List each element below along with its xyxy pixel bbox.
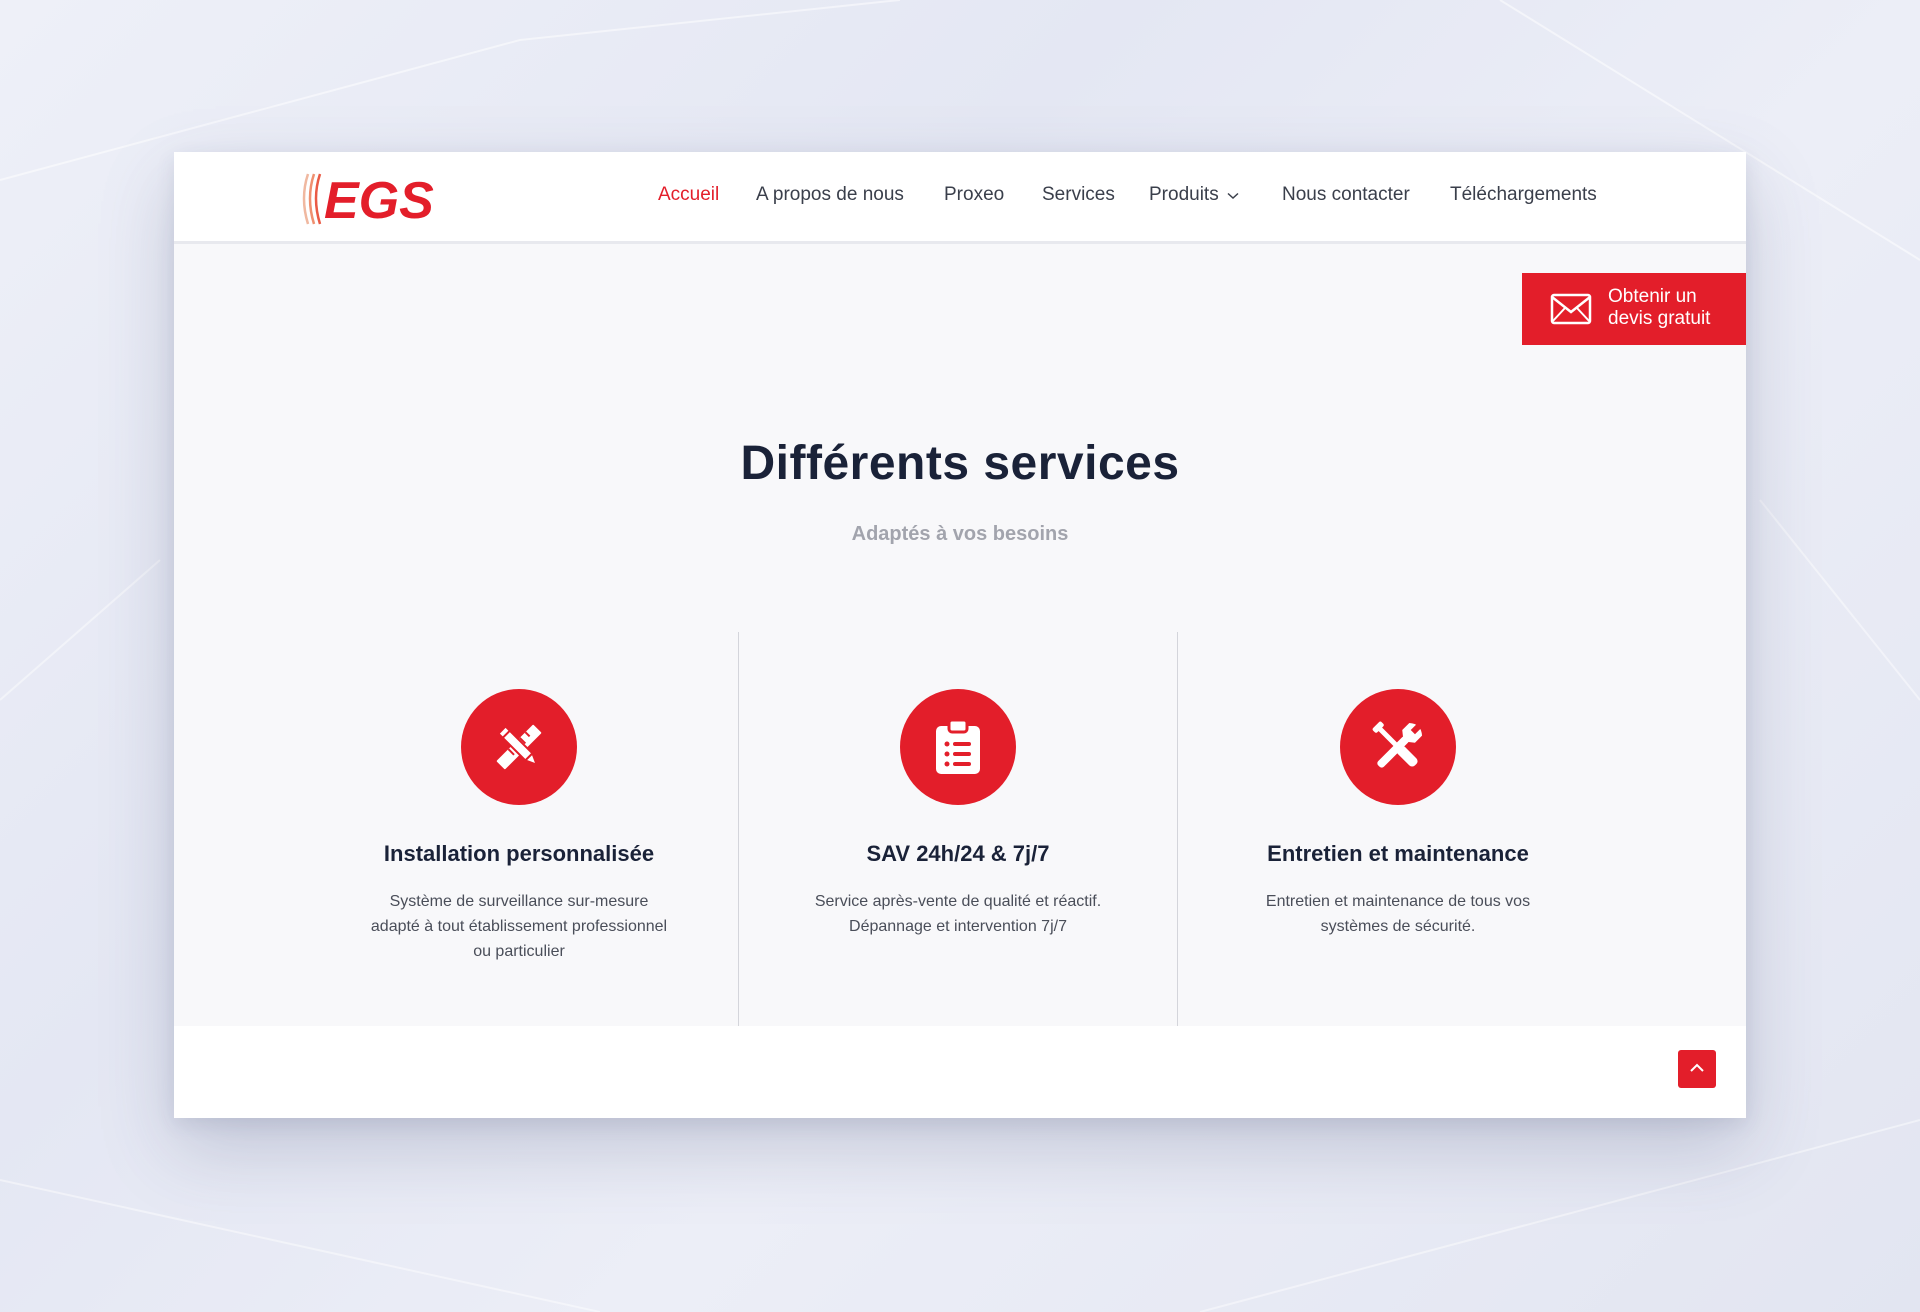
nav-item-telechargements[interactable]: Téléchargements [1450,184,1597,206]
service-card-installation: Installation personnalisée Système de su… [299,689,739,964]
section-subtitle: Adaptés à vos besoins [851,523,1069,545]
cta-label: Obtenir un devis gratuit [1608,286,1711,329]
nav-item-contact[interactable]: Nous contacter [1282,184,1410,206]
clipboard-list-icon [900,689,1016,805]
nav-item-produits-label: Produits [1149,184,1219,206]
envelope-icon [1550,293,1592,325]
scroll-to-top-button[interactable] [1678,1050,1716,1088]
get-free-quote-button[interactable]: Obtenir un devis gratuit [1522,273,1746,345]
footer-strip [174,1026,1746,1118]
card-title: SAV 24h/24 & 7j/7 [866,841,1050,866]
card-title: Installation personnalisée [383,841,655,866]
nav-item-services[interactable]: Services [1042,184,1115,206]
nav-item-produits[interactable]: Produits [1149,184,1239,206]
egs-logo[interactable]: EGS [298,168,468,228]
logo-wordmark: EGS [324,172,434,228]
chevron-down-icon [1227,184,1239,206]
service-card-sav: SAV 24h/24 & 7j/7 Service après-vente de… [738,689,1178,939]
site-header: EGS Accueil A propos de nous Proxeo Serv… [174,152,1746,244]
wrench-screwdriver-icon [1340,689,1456,805]
card-description: Entretien et maintenance de tous vos sys… [1265,893,1531,935]
card-description: Service après-vente de qualité et réacti… [814,893,1102,935]
nav-item-proxeo[interactable]: Proxeo [944,184,1004,206]
card-title: Entretien et maintenance [1267,841,1529,866]
service-card-entretien: Entretien et maintenance Entretien et ma… [1178,689,1618,939]
section-title: Différents services [740,437,1180,490]
pencil-ruler-icon [461,689,577,805]
services-section: Différents services Adaptés à vos besoin… [174,244,1746,1028]
chevron-up-icon [1689,1060,1705,1078]
browser-page: EGS Accueil A propos de nous Proxeo Serv… [174,152,1746,1118]
nav-item-a-propos[interactable]: A propos de nous [756,184,904,206]
card-description: Système de surveillance sur-mesure adapt… [370,893,668,960]
nav-item-accueil[interactable]: Accueil [658,184,719,206]
